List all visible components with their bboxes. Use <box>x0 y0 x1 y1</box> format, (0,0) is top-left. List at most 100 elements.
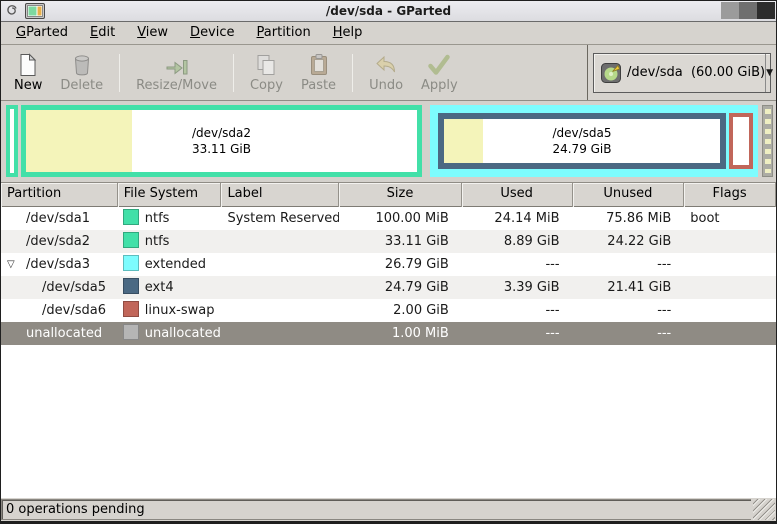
visual-partition-dev-sda5[interactable]: /dev/sda5 24.79 GiB <box>438 113 726 169</box>
undo-button[interactable]: Undo <box>360 50 412 96</box>
table-row-dev-sda3[interactable]: ▽/dev/sda3 extended 26.79 GiB --- --- <box>1 253 776 276</box>
filesystem-cell: extended <box>118 253 222 276</box>
used-cell: 24.14 MiB <box>494 211 560 226</box>
menu-item-gparted[interactable]: GParted <box>5 23 79 43</box>
paste-icon <box>307 53 331 77</box>
copy-icon <box>254 53 278 77</box>
device-selector-label: /dev/sda (60.00 GiB) <box>627 65 766 80</box>
flags-cell <box>684 299 776 322</box>
device-selector-dropdown[interactable]: ▼ <box>765 53 773 92</box>
apply-icon <box>427 53 451 77</box>
filesystem-cell: unallocated <box>118 322 222 345</box>
size-cell: 26.79 GiB <box>384 257 449 272</box>
partition-name: unallocated <box>26 326 103 341</box>
table-row-dev-sda1[interactable]: /dev/sda1 ntfs System Reserved 100.00 MiB 24… <box>1 207 776 230</box>
undo-icon <box>374 53 398 77</box>
menu-item-help[interactable]: Help <box>322 23 374 43</box>
label-cell <box>221 276 339 299</box>
status-bar: 0 operations pending <box>1 497 776 521</box>
unused-cell: 24.22 GiB <box>607 234 672 249</box>
unused-cell: 75.86 MiB <box>606 211 672 226</box>
label-cell <box>221 322 339 345</box>
filesystem-cell: linux-swap <box>118 299 222 322</box>
toolbar-separator <box>352 53 354 92</box>
flags-cell <box>684 230 776 253</box>
table-row-dev-sda5[interactable]: /dev/sda5 ext4 24.79 GiB 3.39 GiB 21.41 GiB <box>1 276 776 299</box>
column-header-flags[interactable]: Flags <box>684 183 776 207</box>
copy-button[interactable]: Copy <box>241 50 292 96</box>
menu-item-device[interactable]: Device <box>179 23 245 43</box>
new-partition-icon <box>16 52 40 77</box>
label-cell <box>221 230 339 253</box>
new-button[interactable]: New <box>5 50 51 96</box>
size-cell: 33.11 GiB <box>384 234 449 249</box>
toolbar-separator <box>119 53 121 92</box>
delete-button[interactable]: Delete <box>51 50 112 96</box>
delete-icon <box>70 53 94 77</box>
size-cell: 24.79 GiB <box>384 280 449 295</box>
column-header-size[interactable]: Size <box>339 183 462 207</box>
flags-cell <box>684 322 776 345</box>
column-header-used[interactable]: Used <box>462 183 573 207</box>
flags-cell: boot <box>690 211 720 226</box>
used-cell: --- <box>545 326 560 341</box>
column-header-label[interactable]: Label <box>221 183 340 207</box>
partition-name: /dev/sda2 <box>26 234 90 249</box>
apply-button[interactable]: Apply <box>412 50 467 96</box>
gparted-window: /dev/sda - GParted GParted Edit View Device… <box>0 0 777 524</box>
menu-item-view[interactable]: View <box>126 23 179 43</box>
resize-grip[interactable] <box>753 499 775 520</box>
tool-button-label: Copy <box>249 77 283 93</box>
window-title: /dev/sda - GParted <box>325 4 452 18</box>
label-cell <box>221 299 339 322</box>
close-button[interactable] <box>757 2 775 19</box>
size-cell: 1.00 MiB <box>391 326 449 341</box>
tool-button-label: Undo <box>369 77 404 93</box>
size-cell: 100.00 MiB <box>375 211 449 226</box>
table-empty-area <box>1 345 776 497</box>
menu-item-edit[interactable]: Edit <box>79 23 126 43</box>
hard-drive-icon <box>600 62 622 84</box>
unallocated-hatch <box>764 109 771 173</box>
table-header: Partition File System Label Size Used Unused F… <box>1 183 776 207</box>
expander-icon[interactable]: ▽ <box>7 253 15 276</box>
toolbar-buttons: New Delete Resize/Move Copy Paste Undo Apply <box>1 45 587 100</box>
flags-cell <box>684 253 776 276</box>
window-controls <box>721 2 775 19</box>
column-header-unused[interactable]: Unused <box>573 183 685 207</box>
tool-button-label: Resize/Move <box>136 77 217 93</box>
unused-cell: --- <box>657 257 672 272</box>
partition-name: /dev/sda5 <box>42 280 106 295</box>
table-row-unallocated[interactable]: unallocated unallocated 1.00 MiB --- --- <box>1 322 776 345</box>
partition-name: /dev/sda6 <box>42 303 106 318</box>
minimize-button[interactable] <box>721 2 739 19</box>
menu-item-partition[interactable]: Partition <box>246 23 322 43</box>
resize-move-icon <box>165 53 189 77</box>
filesystem-cell: ntfs <box>118 230 222 253</box>
tool-button-label: Delete <box>60 77 104 93</box>
visual-partition-dev-sda2[interactable]: /dev/sda2 33.11 GiB <box>21 105 422 177</box>
filesystem-cell: ntfs <box>118 207 222 230</box>
resize-move-button[interactable]: Resize/Move <box>127 50 226 96</box>
used-cell: 8.89 GiB <box>503 234 560 249</box>
visual-unallocated[interactable] <box>762 105 773 177</box>
fs-color-swatch <box>122 255 139 271</box>
paste-button[interactable]: Paste <box>292 50 345 96</box>
partition-label: /dev/sda5 24.79 GiB <box>552 126 612 156</box>
status-text: 0 operations pending <box>1 499 751 520</box>
label-cell: System Reserved <box>227 211 340 226</box>
unused-cell: --- <box>657 326 672 341</box>
visual-partition-extended[interactable]: /dev/sda5 24.79 GiB <box>430 105 758 177</box>
maximize-button[interactable] <box>739 2 757 19</box>
label-cell <box>221 253 339 276</box>
table-row-dev-sda6[interactable]: /dev/sda6 linux-swap 2.00 GiB --- --- <box>1 299 776 322</box>
table-row-dev-sda2[interactable]: /dev/sda2 ntfs 33.11 GiB 8.89 GiB 24.22 GiB <box>1 230 776 253</box>
fs-color-swatch <box>122 301 139 317</box>
column-header-file-system[interactable]: File System <box>118 183 222 207</box>
visual-partition-linux-swap[interactable] <box>729 113 753 169</box>
device-selector-area: /dev/sda (60.00 GiB) ▼ <box>587 45 776 100</box>
column-header-partition[interactable]: Partition <box>1 183 118 207</box>
fs-color-swatch <box>122 324 139 340</box>
visual-partition-ntfs[interactable] <box>6 105 18 177</box>
device-selector[interactable]: /dev/sda (60.00 GiB) ▼ <box>593 52 773 93</box>
